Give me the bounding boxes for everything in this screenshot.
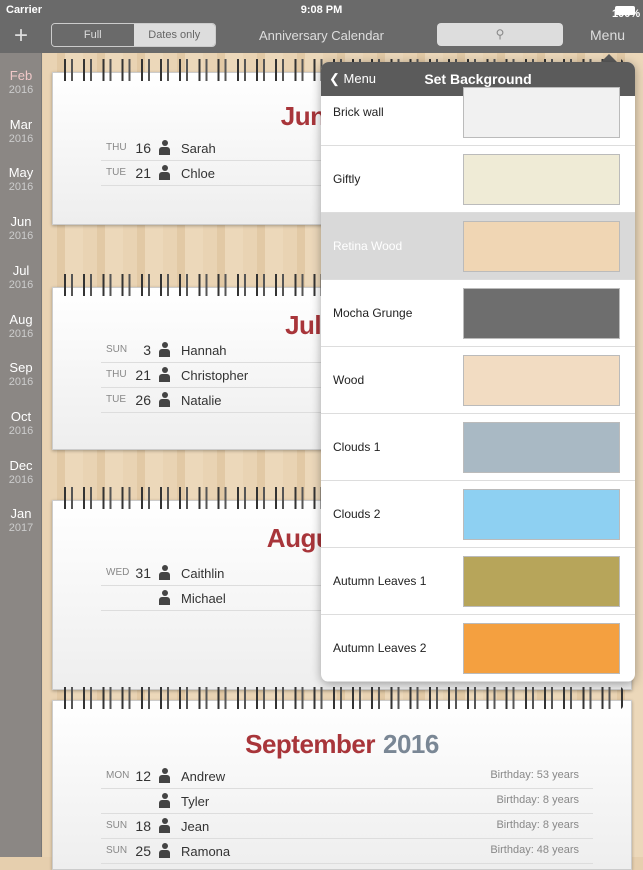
nav-bar: + Full Dates only Anniversary Calendar ⚲… — [0, 20, 643, 53]
person-icon — [159, 392, 170, 407]
status-bar: Carrier 9:08 PM 100% — [0, 0, 643, 20]
month-index-sidebar: Feb 2016 Mar 2016 May 2016 Jun 2016 Jul 2016 Aug 20… — [0, 53, 42, 857]
event-row[interactable]: MON 12 Andrew Birthday: 53 years — [101, 764, 593, 789]
person-icon — [159, 768, 170, 783]
person-icon — [159, 590, 170, 605]
background-option[interactable]: Autumn Leaves 1 — [321, 548, 635, 615]
sidebar-month[interactable]: Aug 2016 — [0, 312, 42, 341]
menu-button[interactable]: Menu — [590, 27, 625, 43]
spiral-binding — [61, 687, 623, 709]
month-card: September 2016 MON 12 Andrew Birthday: 53 yea… — [52, 687, 632, 870]
sidebar-month[interactable]: Mar 2016 — [0, 117, 42, 146]
background-option[interactable]: Mocha Grunge — [321, 280, 635, 347]
search-icon: ⚲ — [495, 27, 505, 41]
background-option[interactable]: Retina Wood — [321, 213, 635, 280]
person-icon — [159, 565, 170, 580]
person-icon — [159, 342, 170, 357]
background-thumbnail — [463, 87, 620, 138]
background-thumbnail — [463, 489, 620, 540]
background-option[interactable]: Clouds 1 — [321, 414, 635, 481]
event-row[interactable]: SUN 18 Jean Birthday: 8 years — [101, 814, 593, 839]
event-row[interactable]: Tyler Birthday: 8 years — [101, 789, 593, 814]
sidebar-month[interactable]: Oct 2016 — [0, 409, 42, 438]
person-icon — [159, 843, 170, 858]
set-background-popover: ❮ Menu Set Background Brick wall Giftly Re… — [321, 62, 635, 682]
person-icon — [159, 165, 170, 180]
event-row[interactable]: SUN 25 Ramona Birthday: 48 years — [101, 839, 593, 864]
background-option[interactable]: Autumn Leaves 2 — [321, 615, 635, 682]
background-option[interactable]: Brick wall — [321, 79, 635, 146]
background-thumbnail — [463, 288, 620, 339]
person-icon — [159, 818, 170, 833]
battery-percent: 100% — [612, 8, 641, 20]
sidebar-month[interactable]: Jan 2017 — [0, 507, 42, 535]
person-icon — [159, 367, 170, 382]
month-title: September 2016 — [245, 729, 439, 759]
sidebar-month[interactable]: Feb 2016 — [0, 69, 42, 97]
clock: 9:08 PM — [300, 4, 343, 16]
sidebar-month[interactable]: Jul 2016 — [0, 263, 42, 292]
person-icon — [159, 793, 170, 808]
background-option[interactable]: Giftly — [321, 146, 635, 213]
background-option[interactable]: Clouds 2 — [321, 481, 635, 548]
sidebar-month[interactable]: May 2016 — [0, 166, 42, 194]
background-thumbnail — [463, 556, 620, 607]
background-thumbnail — [463, 422, 620, 473]
background-thumbnail — [463, 355, 620, 406]
sidebar-month[interactable]: Sep 2016 — [0, 361, 42, 389]
sidebar-month[interactable]: Dec 2016 — [0, 458, 42, 487]
sidebar-month[interactable]: Jun 2016 — [0, 215, 42, 243]
background-option[interactable]: Wood — [321, 347, 635, 414]
background-thumbnail — [463, 623, 620, 674]
background-thumbnail — [463, 221, 620, 272]
background-thumbnail — [463, 154, 620, 205]
person-icon — [159, 140, 170, 155]
search-button[interactable]: ⚲ — [437, 23, 563, 46]
